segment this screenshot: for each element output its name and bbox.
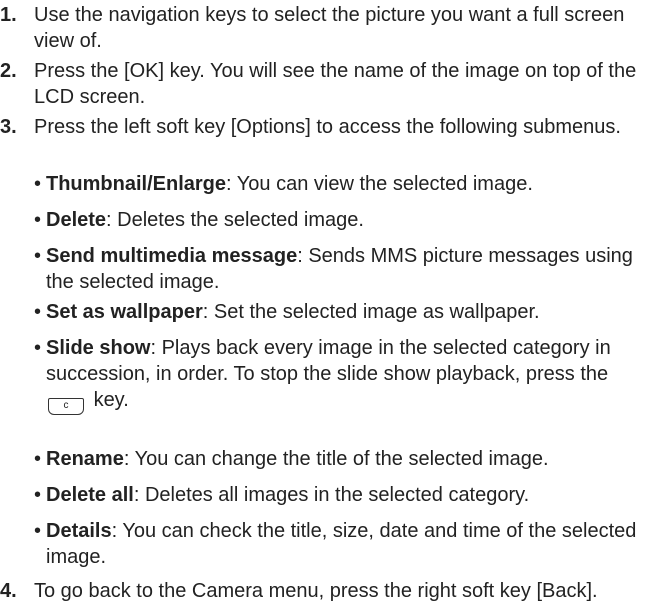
submenu-term: Delete all (46, 484, 134, 506)
submenu-item-send-mms: • Send multimedia message: Sends MMS pic… (34, 243, 640, 295)
bullet-marker: • (34, 173, 42, 195)
manual-page: 1. Use the navigation keys to select the… (0, 0, 648, 609)
bullet-marker: • (34, 484, 42, 506)
bullet-marker: • (34, 245, 42, 267)
submenu-desc: : Deletes the selected image. (106, 209, 364, 231)
submenu-desc: : Set the selected image as wallpaper. (202, 301, 540, 323)
bullet-marker: • (34, 520, 42, 542)
submenu-item-delete-all: • Delete all: Deletes all images in the … (34, 482, 640, 508)
submenu-desc: : You can change the title of the select… (123, 448, 549, 470)
submenu-item-thumbnail-enlarge: • Thumbnail/Enlarge: You can view the se… (34, 171, 640, 197)
step-text: Use the navigation keys to select the pi… (34, 4, 625, 52)
submenu-term: Delete (46, 209, 107, 231)
step-text: To go back to the Camera menu, press the… (34, 580, 598, 602)
submenu-term: Details (46, 520, 112, 542)
bullet-marker: • (34, 209, 42, 231)
submenu-term: Thumbnail/Enlarge (46, 173, 227, 195)
step-number: 1. (0, 4, 17, 26)
submenu-desc-end: key. (93, 389, 129, 411)
submenu-desc: : You can view the selected image. (226, 173, 533, 195)
c-key-label: c (63, 400, 69, 411)
submenu-item-slide-show: • Slide show: Plays back every image in … (34, 335, 640, 415)
c-key-icon: c (48, 398, 84, 415)
submenu-term: Rename (46, 448, 124, 470)
bullet-marker: • (34, 448, 42, 470)
submenu-desc: : Deletes all images in the selected cat… (133, 484, 530, 506)
submenu-item-delete: • Delete: Deletes the selected image. (34, 207, 640, 233)
submenu-term: Slide show (46, 337, 151, 359)
submenu-item-details: • Details: You can check the title, size… (34, 518, 640, 570)
submenu-item-set-wallpaper: • Set as wallpaper: Set the selected ima… (34, 299, 640, 325)
step-text: Press the left soft key [Options] to acc… (34, 116, 621, 138)
step-number: 4. (0, 580, 17, 602)
submenu-term: Send multimedia message (46, 245, 298, 267)
step-4: 4. To go back to the Camera menu, press … (0, 578, 640, 604)
step-1: 1. Use the navigation keys to select the… (0, 2, 640, 54)
bullet-marker: • (34, 301, 42, 323)
submenu-item-rename: • Rename: You can change the title of th… (34, 446, 640, 472)
step-2: 2. Press the [OK] key. You will see the … (0, 58, 640, 110)
step-number: 3. (0, 116, 17, 138)
submenu-desc: : You can check the title, size, date an… (46, 520, 637, 568)
step-text: Press the [OK] key. You will see the nam… (34, 60, 637, 108)
bullet-marker: • (34, 337, 42, 359)
step-number: 2. (0, 60, 17, 82)
step-3: 3. Press the left soft key [Options] to … (0, 114, 640, 140)
submenu-term: Set as wallpaper (46, 301, 203, 323)
